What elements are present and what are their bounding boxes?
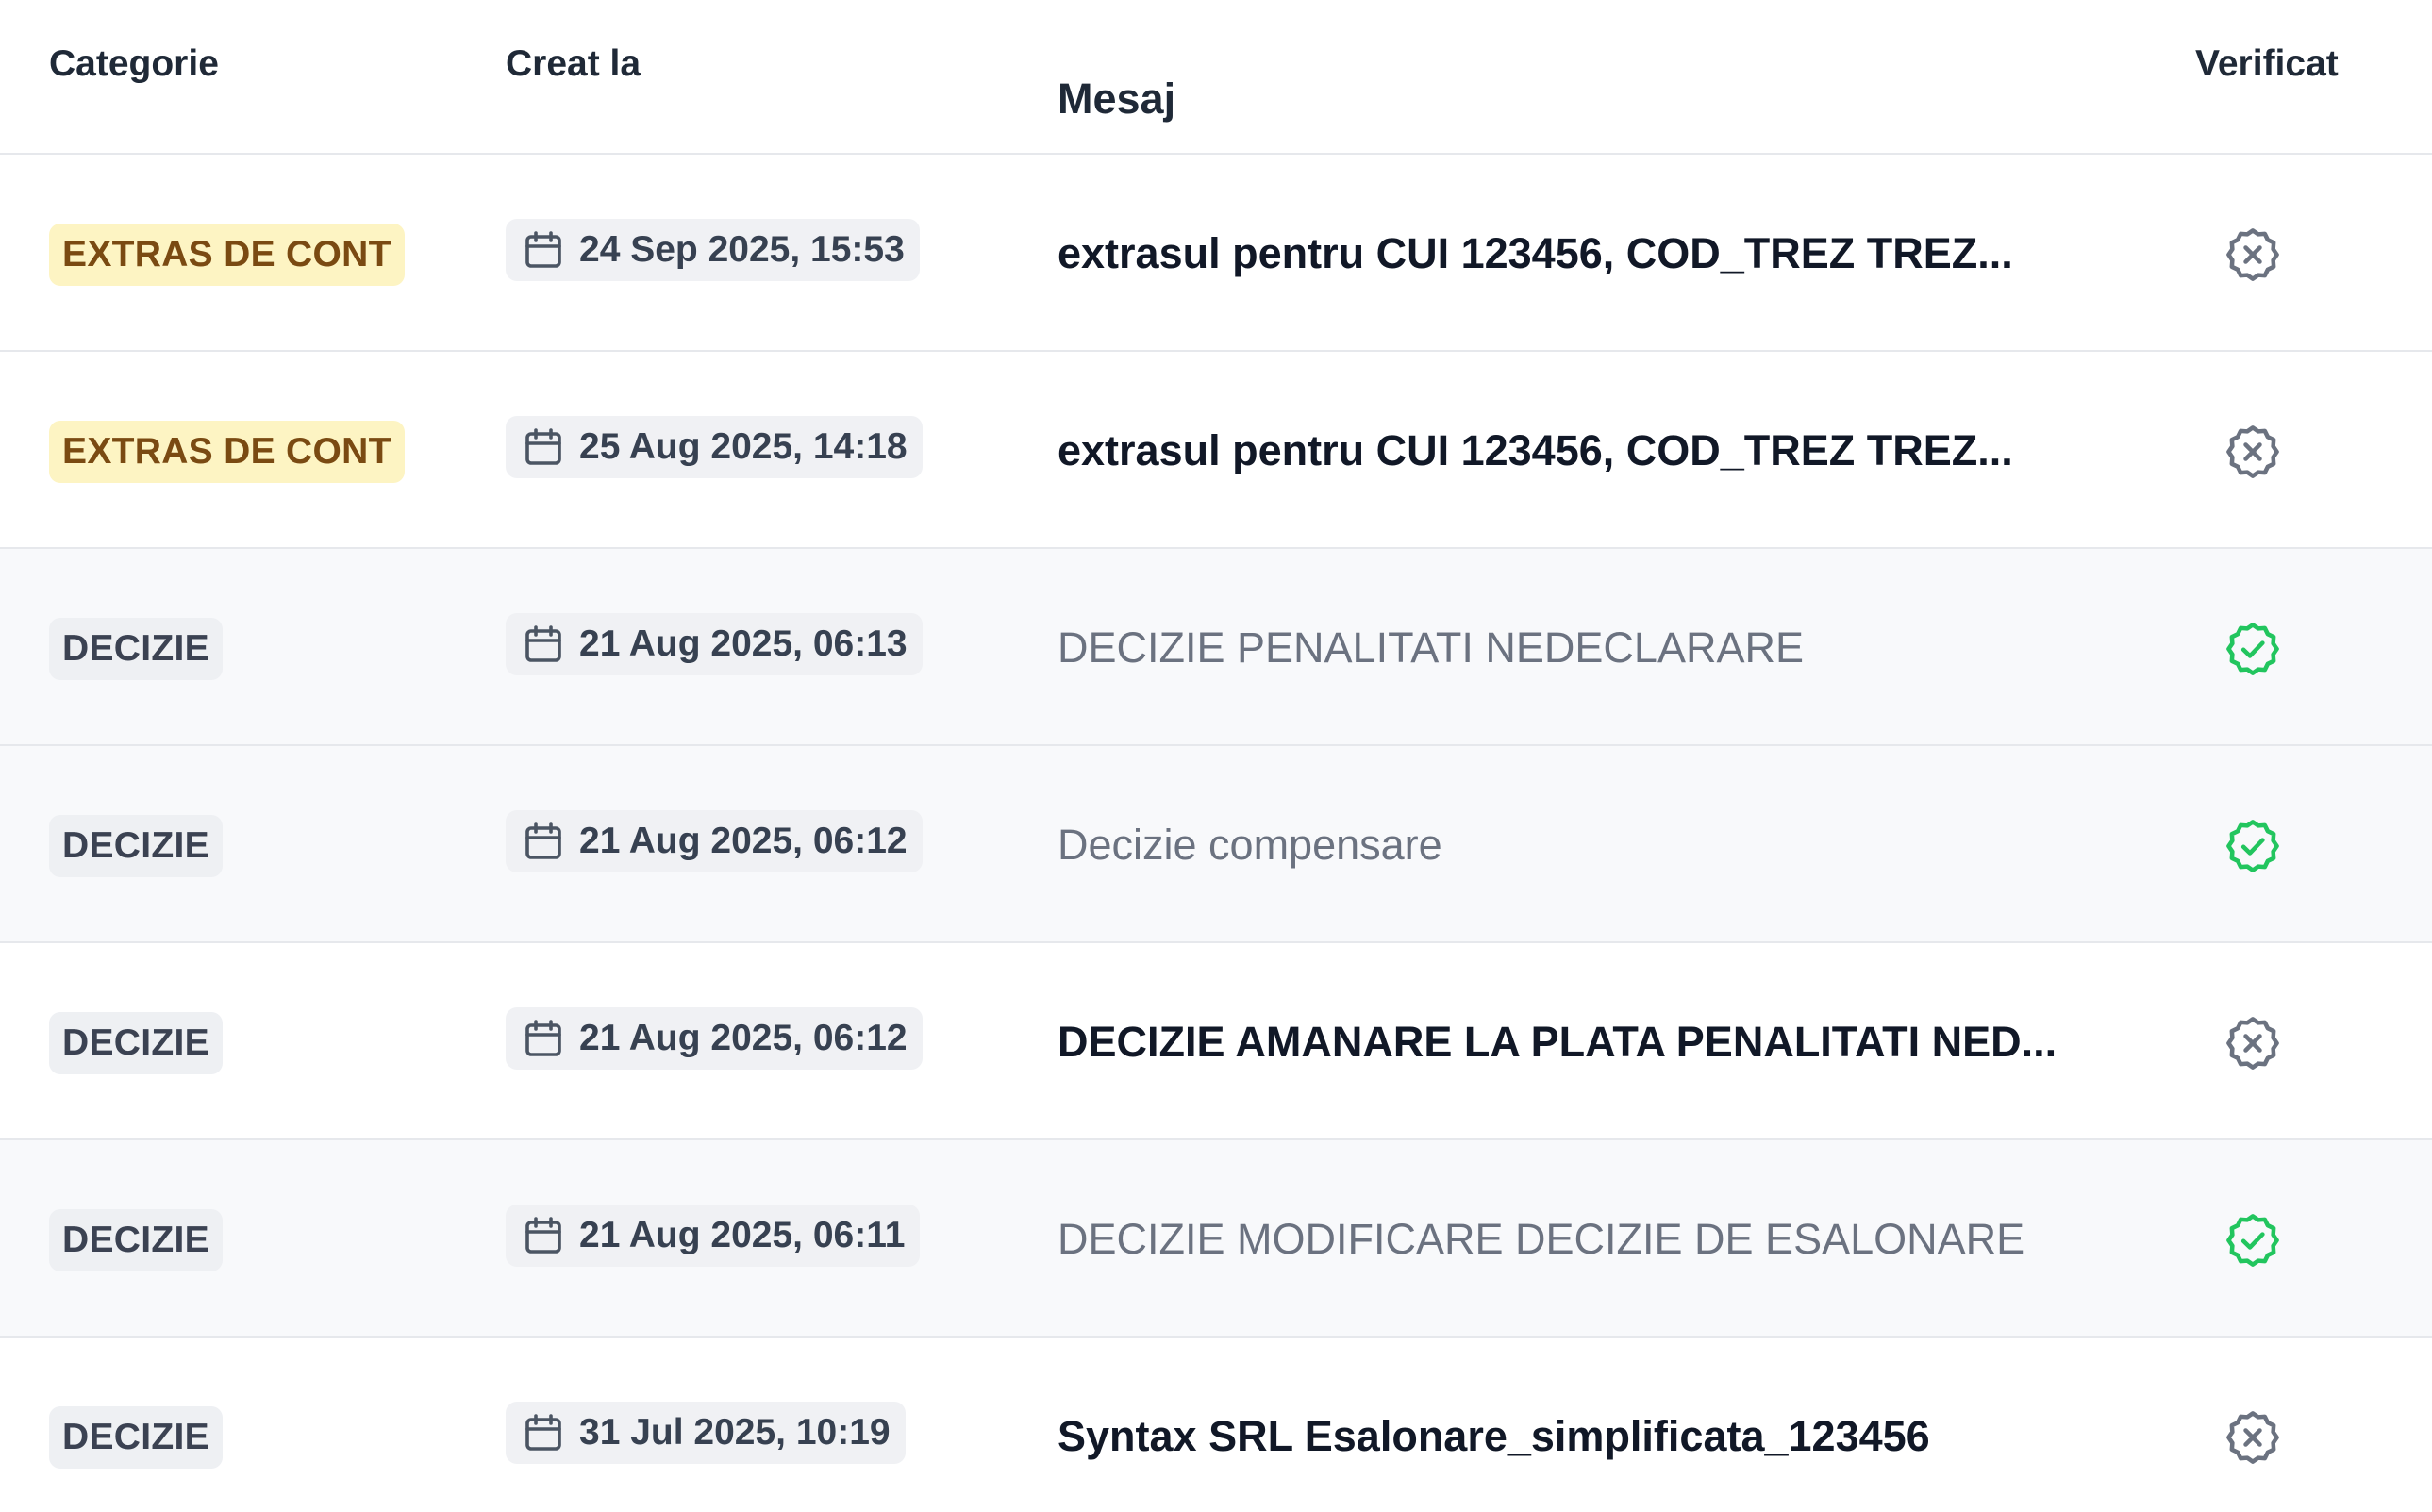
x-circle-icon[interactable] <box>2223 1013 2283 1073</box>
table-row[interactable]: DECIZIE 21 Aug 2025, 06:13 DECIZIE PENAL… <box>0 549 2432 746</box>
date-chip: 21 Aug 2025, 06:12 <box>506 810 923 872</box>
created-date: 21 Aug 2025, 06:12 <box>579 1018 908 1058</box>
column-header-verified[interactable]: Verificat <box>2195 42 2339 87</box>
x-circle-icon[interactable] <box>2223 224 2283 285</box>
category-badge: DECIZIE <box>49 1406 223 1469</box>
message-text[interactable]: Syntax SRL Esalonare_simplificata_123456 <box>1058 1405 2095 1468</box>
category-badge: DECIZIE <box>49 1209 223 1271</box>
calendar-icon <box>525 1414 561 1451</box>
created-date: 21 Aug 2025, 06:12 <box>579 821 908 861</box>
table-row[interactable]: DECIZIE 21 Aug 2025, 06:12 DECIZIE AMANA… <box>0 943 2432 1140</box>
message-text[interactable]: DECIZIE PENALITATI NEDECLARARE <box>1058 617 2095 679</box>
table-row[interactable]: DECIZIE 21 Aug 2025, 06:12 Decizie compe… <box>0 746 2432 943</box>
table-header: Categorie Creat la Mesaj Verificat <box>0 0 2432 155</box>
category-badge: EXTRAS DE CONT <box>49 224 405 286</box>
table-row[interactable]: DECIZIE 21 Aug 2025, 06:11 DECIZIE MODIF… <box>0 1140 2432 1338</box>
check-badge-icon[interactable] <box>2223 619 2283 679</box>
column-header-message[interactable]: Mesaj <box>1058 68 2095 130</box>
category-badge: DECIZIE <box>49 1012 223 1074</box>
x-circle-icon[interactable] <box>2223 422 2283 482</box>
calendar-icon <box>525 625 561 662</box>
created-date: 25 Aug 2025, 14:18 <box>579 426 908 467</box>
x-circle-icon[interactable] <box>2223 1407 2283 1468</box>
message-text[interactable]: extrasul pentru CUI 123456, COD_TREZ TRE… <box>1058 420 2095 482</box>
category-badge: EXTRAS DE CONT <box>49 421 405 483</box>
column-header-created[interactable]: Creat la <box>506 42 641 87</box>
calendar-icon <box>525 1020 561 1056</box>
message-text[interactable]: DECIZIE AMANARE LA PLATA PENALITATI NED.… <box>1058 1011 2095 1073</box>
created-date: 31 Jul 2025, 10:19 <box>579 1412 891 1453</box>
created-date: 21 Aug 2025, 06:11 <box>579 1215 906 1255</box>
date-chip: 24 Sep 2025, 15:53 <box>506 219 920 281</box>
message-text[interactable]: Decizie compensare <box>1058 814 2095 876</box>
created-date: 21 Aug 2025, 06:13 <box>579 623 908 664</box>
category-badge: DECIZIE <box>49 815 223 877</box>
table-row[interactable]: EXTRAS DE CONT 24 Sep 2025, 15:53 extras… <box>0 155 2432 352</box>
check-badge-icon[interactable] <box>2223 1210 2283 1271</box>
date-chip: 25 Aug 2025, 14:18 <box>506 416 923 478</box>
date-chip: 31 Jul 2025, 10:19 <box>506 1402 906 1464</box>
table-row[interactable]: EXTRAS DE CONT 25 Aug 2025, 14:18 extras… <box>0 352 2432 549</box>
created-date: 24 Sep 2025, 15:53 <box>579 229 905 270</box>
check-badge-icon[interactable] <box>2223 816 2283 876</box>
calendar-icon <box>525 231 561 268</box>
category-badge: DECIZIE <box>49 618 223 680</box>
calendar-icon <box>525 1217 561 1254</box>
messages-table: Categorie Creat la Mesaj Verificat EXTRA… <box>0 0 2432 1512</box>
calendar-icon <box>525 428 561 465</box>
calendar-icon <box>525 822 561 859</box>
date-chip: 21 Aug 2025, 06:13 <box>506 613 923 675</box>
date-chip: 21 Aug 2025, 06:12 <box>506 1007 923 1070</box>
table-row[interactable]: DECIZIE 31 Jul 2025, 10:19 Syntax SRL Es… <box>0 1338 2432 1512</box>
message-text[interactable]: extrasul pentru CUI 123456, COD_TREZ TRE… <box>1058 223 2095 285</box>
column-header-category[interactable]: Categorie <box>49 42 219 87</box>
table-body: EXTRAS DE CONT 24 Sep 2025, 15:53 extras… <box>0 155 2432 1512</box>
message-text[interactable]: DECIZIE MODIFICARE DECIZIE DE ESALONARE <box>1058 1208 2095 1271</box>
date-chip: 21 Aug 2025, 06:11 <box>506 1205 921 1267</box>
